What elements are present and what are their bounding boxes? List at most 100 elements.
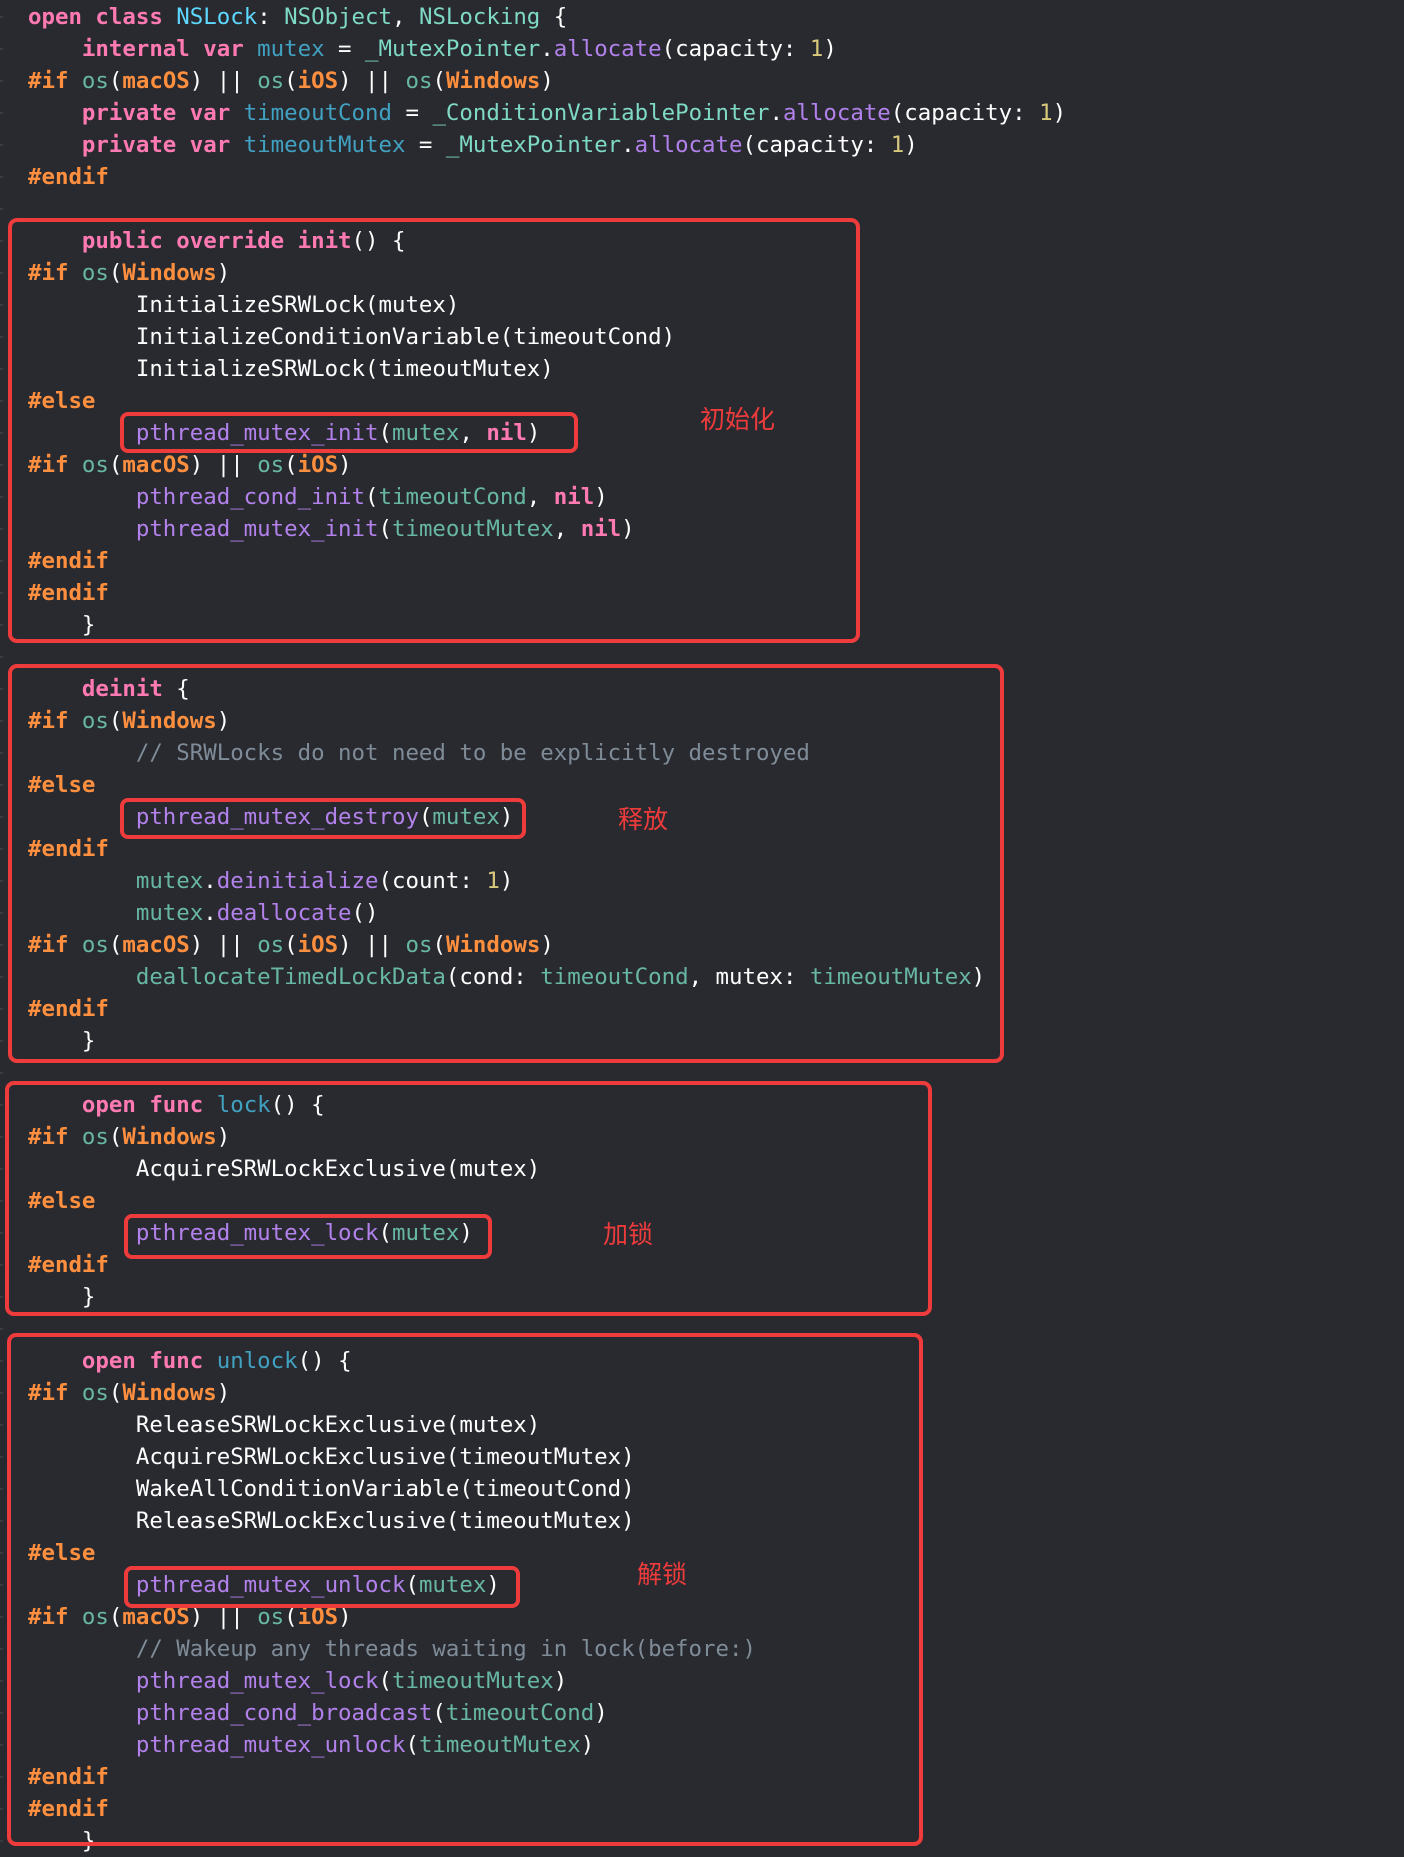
gutter-marker: [0, 1840, 3, 1842]
code-token: ): [540, 68, 554, 94]
code-token: _MutexPointer: [365, 36, 541, 62]
lock-block-highlight: [5, 1081, 932, 1316]
gutter-marker: [0, 1104, 3, 1106]
gutter-marker: [0, 944, 3, 946]
unlock-annotation: 解锁: [637, 1560, 688, 1589]
code-line: #if os(macOS) || os(iOS) || os(Windows): [28, 65, 554, 97]
code-token: .: [621, 132, 635, 158]
gutter-marker: [0, 816, 3, 818]
code-line: internal var mutex = _MutexPointer.alloc…: [28, 33, 837, 65]
code-token: :: [257, 4, 285, 30]
gutter-marker: [0, 432, 3, 434]
code-token: _MutexPointer: [445, 132, 622, 158]
gutter-marker: [0, 624, 3, 626]
lock-annotation: 加锁: [603, 1220, 654, 1249]
code-line: #endif: [28, 161, 109, 193]
gutter-marker: [0, 656, 3, 658]
gutter-marker: [0, 1232, 3, 1234]
code-token: Windows: [445, 68, 541, 94]
gutter-marker: [0, 144, 3, 146]
gutter-marker: [0, 368, 3, 370]
code-token: =: [405, 132, 446, 158]
mutex-unlock-call-highlight: [124, 1566, 520, 1608]
gutter-marker: [0, 176, 3, 178]
gutter-marker: [0, 80, 3, 82]
code-token: =: [324, 36, 366, 62]
code-token: 1: [809, 36, 824, 62]
code-token: open class: [28, 4, 177, 30]
code-token: private var: [81, 132, 244, 158]
code-token: 1: [1039, 100, 1053, 126]
code-token: allocate: [634, 132, 743, 158]
gutter-marker: [0, 976, 3, 978]
code-token: os: [405, 68, 433, 94]
deinit-block-highlight: [8, 664, 1004, 1063]
gutter-marker: [0, 1808, 3, 1810]
code-token: #endif: [28, 164, 109, 190]
code-token: allocate: [782, 100, 891, 126]
gutter-marker: [0, 720, 3, 722]
gutter-marker: [0, 560, 3, 562]
code-token: ) ||: [189, 68, 258, 94]
gutter-marker: [0, 1200, 3, 1202]
gutter-marker: [0, 1072, 3, 1074]
gutter-marker: [0, 1712, 3, 1714]
gutter-marker: [0, 496, 3, 498]
code-token: .: [769, 100, 783, 126]
gutter-marker: [0, 464, 3, 466]
code-token: (capacity:: [661, 36, 810, 62]
code-token: 1: [890, 132, 905, 158]
code-token: private var: [81, 100, 244, 126]
gutter-marker: [0, 1680, 3, 1682]
code-token: ): [904, 132, 918, 158]
code-token: ): [823, 36, 837, 62]
code-token: (: [108, 68, 123, 94]
code-token: os: [81, 68, 109, 94]
gutter-marker: [0, 912, 3, 914]
gutter-marker: [0, 528, 3, 530]
code-token: _ConditionVariablePointer: [432, 100, 770, 126]
code-token: os: [257, 68, 285, 94]
gutter-marker: [0, 1392, 3, 1394]
code-token: (: [432, 68, 446, 94]
gutter-marker: [0, 16, 3, 18]
gutter-marker: [0, 272, 3, 274]
gutter-marker: [0, 1744, 3, 1746]
gutter-marker: [0, 1648, 3, 1650]
gutter-marker: [0, 1616, 3, 1618]
gutter-marker: [0, 1552, 3, 1554]
gutter-marker: [0, 848, 3, 850]
gutter-marker: [0, 304, 3, 306]
init-annotation: 初始化: [700, 405, 776, 434]
gutter-marker: [0, 336, 3, 338]
code-token: (: [284, 68, 298, 94]
gutter-marker: [0, 1776, 3, 1778]
gutter-marker: [0, 1136, 3, 1138]
code-token: ) ||: [338, 68, 406, 94]
gutter-marker: [0, 208, 3, 210]
code-token: timeoutMutex: [243, 132, 406, 158]
gutter-marker: [0, 1584, 3, 1586]
gutter-marker: [0, 1328, 3, 1330]
code-token: NSLock: [176, 4, 258, 30]
code-token: #if: [28, 68, 82, 94]
gutter-marker: [0, 1008, 3, 1010]
gutter-marker: [0, 1040, 3, 1042]
code-token: iOS: [297, 68, 339, 94]
code-token: =: [391, 100, 433, 126]
mutex-destroy-call-highlight: [120, 798, 526, 839]
code-token: timeoutCond: [243, 100, 392, 126]
code-line: private var timeoutCond = _ConditionVari…: [28, 97, 1066, 129]
gutter-marker: [0, 592, 3, 594]
gutter-marker: [0, 784, 3, 786]
gutter-marker: [0, 240, 3, 242]
gutter-marker: [0, 752, 3, 754]
code-token: macOS: [122, 68, 190, 94]
code-editor[interactable]: open class NSLock: NSObject, NSLocking {…: [0, 0, 1404, 1854]
code-token: (capacity:: [890, 100, 1040, 126]
code-line: private var timeoutMutex = _MutexPointer…: [28, 129, 918, 161]
code-token: internal var: [81, 36, 258, 62]
